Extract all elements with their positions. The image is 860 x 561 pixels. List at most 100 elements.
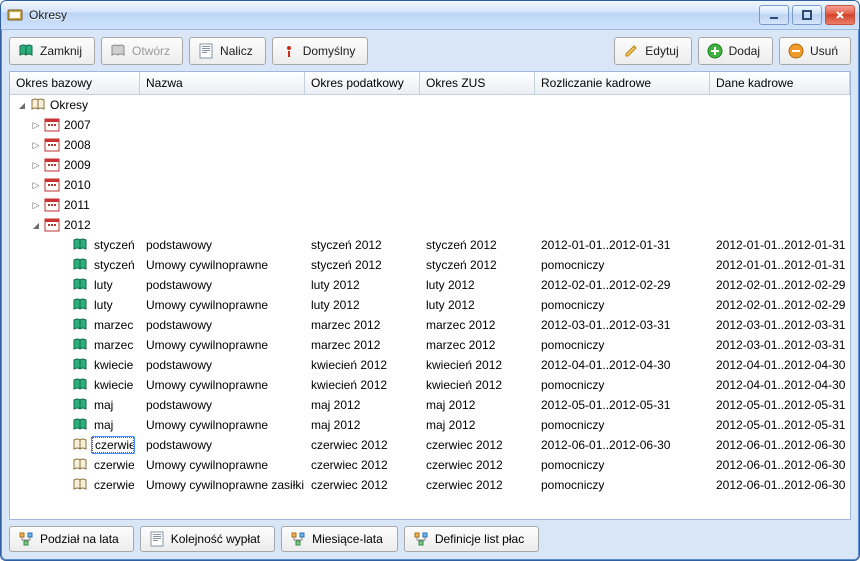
book-green-icon	[72, 297, 88, 313]
table-row[interactable]: kwiecieńpodstawowykwiecień 2012kwiecień …	[10, 355, 850, 375]
cell-dane: 2012-06-01..2012-06-30	[710, 475, 850, 495]
cell-nazwa: Umowy cywilnoprawne	[140, 455, 305, 475]
tab-months[interactable]: Miesiące-lata	[281, 526, 398, 552]
hier-icon	[18, 531, 34, 547]
tab-years[interactable]: Podział na lata	[9, 526, 134, 552]
grid: Okres bazowy Nazwa Okres podatkowy Okres…	[9, 71, 851, 520]
cell-podatek: marzec 2012	[305, 335, 420, 355]
table-row[interactable]: marzecUmowy cywilnoprawnemarzec 2012marz…	[10, 335, 850, 355]
book-green-icon	[18, 43, 34, 59]
chevron-down-icon[interactable]: ◢	[30, 221, 42, 230]
cell-rozl: pomocniczy	[535, 375, 710, 395]
tab-payroll[interactable]: Definicje list płac	[404, 526, 539, 552]
tree-year[interactable]: ▷ 2008	[10, 135, 850, 155]
grid-body[interactable]: ◢Okresy▷2007▷2008▷2009▷2010▷2011◢2012sty…	[10, 95, 850, 519]
table-row[interactable]: majUmowy cywilnoprawnemaj 2012maj 2012po…	[10, 415, 850, 435]
book-green-icon	[72, 237, 88, 253]
cell-nazwa: podstawowy	[140, 395, 305, 415]
toolbar-edit-button[interactable]: Edytuj	[614, 37, 691, 65]
cell-zus: luty 2012	[420, 275, 535, 295]
cell-rozl: pomocniczy	[535, 295, 710, 315]
col-dane[interactable]: Dane kadrowe	[710, 72, 850, 94]
cell-podatek: czerwiec 2012	[305, 455, 420, 475]
cell-dane: 2012-06-01..2012-06-30	[710, 435, 850, 455]
cell-dane: 2012-02-01..2012-02-29	[710, 295, 850, 315]
cell-dane: 2012-04-01..2012-04-30	[710, 355, 850, 375]
tree-year[interactable]: ▷2007	[10, 115, 850, 135]
chevron-right-icon[interactable]: ▷	[30, 180, 42, 191]
window-title: Okresy	[29, 8, 759, 22]
cell-okres: kwiecień	[92, 358, 134, 372]
button-label: Otwórz	[132, 44, 170, 58]
col-rozliczanie[interactable]: Rozliczanie kadrowe	[535, 72, 710, 94]
tree-year-label: 2008	[64, 138, 91, 152]
table-row[interactable]: styczeńpodstawowystyczeń 2012styczeń 201…	[10, 235, 850, 255]
toolbar-add-button[interactable]: Dodaj	[698, 37, 773, 65]
minimize-button[interactable]	[759, 5, 789, 25]
button-label: Edytuj	[645, 44, 678, 58]
tree-root[interactable]: ◢ Okresy	[10, 95, 850, 115]
cell-podatek: kwiecień 2012	[305, 355, 420, 375]
chevron-right-icon[interactable]: ▷	[30, 140, 42, 151]
tree-year[interactable]: ▷ 2009	[10, 155, 850, 175]
table-row[interactable]: czerwiec Umowy cywilnoprawneczerwiec 2012…	[10, 455, 850, 475]
cell-zus: maj 2012	[420, 395, 535, 415]
cell-rozl: 2012-04-01..2012-04-30	[535, 355, 710, 375]
book-green-icon	[72, 257, 88, 273]
cell-zus: czerwiec 2012	[420, 475, 535, 495]
titlebar[interactable]: Okresy	[1, 1, 859, 30]
button-label: Domyślny	[303, 44, 356, 58]
cell-nazwa: Umowy cywilnoprawne	[140, 415, 305, 435]
cell-dane: 2012-03-01..2012-03-31	[710, 315, 850, 335]
tree-year[interactable]: ▷2011	[10, 195, 850, 215]
cell-rozl: 2012-02-01..2012-02-29	[535, 275, 710, 295]
book-green-icon	[72, 377, 88, 393]
book-green-icon	[72, 317, 88, 333]
cell-okres: marzec	[92, 318, 134, 332]
toolbar-close-button[interactable]: Zamknij	[9, 37, 95, 65]
button-label: Nalicz	[220, 44, 253, 58]
tab-label: Miesiące-lata	[312, 532, 383, 546]
tree-year[interactable]: ◢2012	[10, 215, 850, 235]
cell-okres: czerwiec	[92, 458, 134, 472]
toolbar-calc-button[interactable]: Nalicz	[189, 37, 266, 65]
tree-year-label: 2009	[64, 158, 91, 172]
grid-header: Okres bazowy Nazwa Okres podatkowy Okres…	[10, 72, 850, 95]
book-green-icon	[72, 277, 88, 293]
cell-okres: luty	[92, 298, 134, 312]
cell-podatek: czerwiec 2012	[305, 435, 420, 455]
col-okres-podatkowy[interactable]: Okres podatkowy	[305, 72, 420, 94]
chevron-right-icon[interactable]: ▷	[30, 120, 42, 131]
close-button[interactable]	[825, 5, 855, 25]
tree-root-label: Okresy	[50, 98, 88, 112]
chevron-right-icon[interactable]: ▷	[30, 200, 42, 211]
cell-nazwa: podstawowy	[140, 355, 305, 375]
col-nazwa[interactable]: Nazwa	[140, 72, 305, 94]
table-row[interactable]: kwiecieńUmowy cywilnoprawnekwiecień 2012…	[10, 375, 850, 395]
toolbar-delete-button[interactable]: Usuń	[779, 37, 851, 65]
cell-podatek: maj 2012	[305, 415, 420, 435]
table-row[interactable]: styczeńUmowy cywilnoprawnestyczeń 2012st…	[10, 255, 850, 275]
cell-zus: marzec 2012	[420, 335, 535, 355]
table-row[interactable]: lutypodstawowyluty 2012luty 20122012-02-…	[10, 275, 850, 295]
toolbar-default-button[interactable]: Domyślny	[272, 37, 369, 65]
table-row[interactable]: czerwiecUmowy cywilnoprawne zasiłkiczerw…	[10, 475, 850, 495]
maximize-button[interactable]	[792, 5, 822, 25]
cell-zus: styczeń 2012	[420, 235, 535, 255]
table-row[interactable]: marzecpodstawowymarzec 2012marzec 201220…	[10, 315, 850, 335]
table-row[interactable]: czerwiecpodstawowyczerwiec 2012czerwiec …	[10, 435, 850, 455]
col-okres-zus[interactable]: Okres ZUS	[420, 72, 535, 94]
col-okres-bazowy[interactable]: Okres bazowy	[10, 72, 140, 94]
button-label: Usuń	[810, 44, 838, 58]
chevron-down-icon[interactable]: ◢	[16, 101, 28, 110]
hier-icon	[413, 531, 429, 547]
tree-year[interactable]: ▷2010	[10, 175, 850, 195]
tab-order[interactable]: Kolejność wypłat	[140, 526, 275, 552]
chevron-right-icon[interactable]: ▷	[30, 160, 42, 171]
table-row[interactable]: majpodstawowymaj 2012maj 20122012-05-01.…	[10, 395, 850, 415]
book-gray-icon	[110, 43, 126, 59]
cell-podatek: czerwiec 2012	[305, 475, 420, 495]
cell-podatek: kwiecień 2012	[305, 375, 420, 395]
cell-podatek: styczeń 2012	[305, 255, 420, 275]
table-row[interactable]: lutyUmowy cywilnoprawneluty 2012luty 201…	[10, 295, 850, 315]
